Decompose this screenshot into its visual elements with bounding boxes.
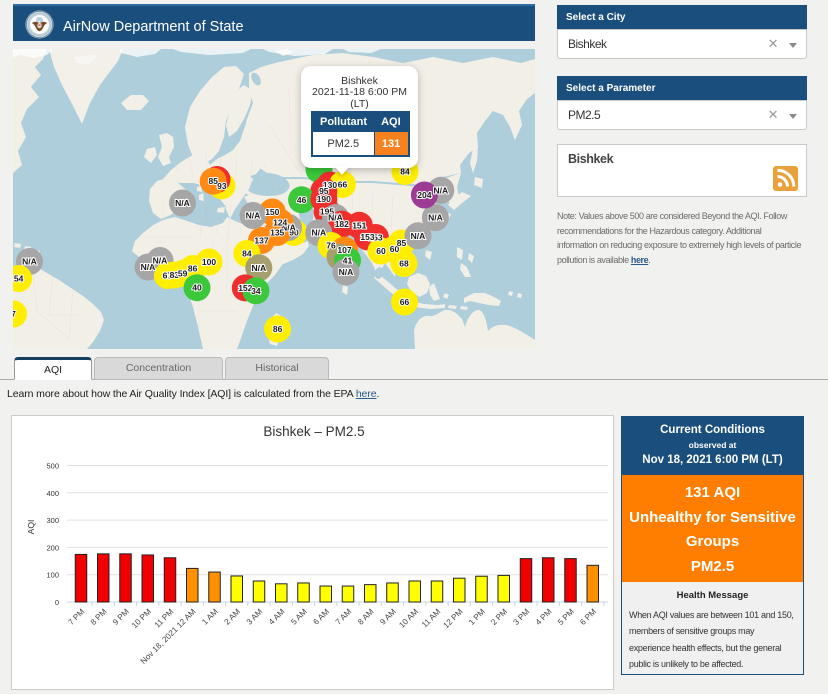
svg-text:8 AM: 8 AM [356,607,376,627]
svg-text:124: 124 [273,217,287,227]
svg-text:9 AM: 9 AM [378,607,398,627]
svg-text:N/A: N/A [251,263,266,273]
svg-text:N/A: N/A [246,211,261,221]
svg-text:Bishkek – PM2.5: Bishkek – PM2.5 [263,424,364,439]
svg-text:84: 84 [242,249,252,259]
svg-text:86: 86 [188,264,198,274]
svg-text:84: 84 [400,167,410,177]
svg-text:66: 66 [400,297,410,307]
svg-text:0: 0 [55,598,59,607]
svg-text:150: 150 [265,207,279,217]
svg-text:100: 100 [46,571,59,580]
svg-text:40: 40 [192,283,202,293]
svg-text:190: 190 [317,194,331,204]
svg-text:6 PM: 6 PM [578,607,598,627]
svg-text:107: 107 [337,245,351,255]
svg-text:60: 60 [376,246,386,256]
svg-text:2 AM: 2 AM [223,607,243,627]
svg-text:300: 300 [46,516,59,525]
svg-text:41: 41 [343,255,353,265]
svg-text:7 AM: 7 AM [334,607,354,627]
svg-text:5 AM: 5 AM [289,607,309,627]
svg-text:10 PM: 10 PM [130,607,153,630]
svg-text:137: 137 [254,236,268,246]
svg-text:66: 66 [338,180,348,190]
svg-text:100: 100 [202,257,216,267]
svg-text:10 AM: 10 AM [397,607,420,630]
svg-text:N/A: N/A [153,256,168,266]
svg-text:7: 7 [13,309,16,319]
svg-text:N/A: N/A [428,213,443,223]
svg-text:N/A: N/A [175,198,190,208]
svg-text:N/A: N/A [433,185,448,195]
svg-text:500: 500 [46,462,59,471]
svg-text:153: 153 [360,232,374,242]
svg-text:5 PM: 5 PM [556,607,576,627]
svg-text:7 PM: 7 PM [67,607,87,627]
svg-text:46: 46 [297,195,307,205]
svg-text:11 AM: 11 AM [420,607,442,629]
svg-text:68: 68 [399,259,409,269]
svg-text:1 PM: 1 PM [467,607,487,627]
svg-text:59: 59 [178,269,188,279]
svg-text:85: 85 [208,176,218,186]
svg-text:135: 135 [270,228,284,238]
svg-text:9 PM: 9 PM [111,607,131,627]
svg-text:2 PM: 2 PM [489,607,509,627]
svg-text:400: 400 [46,489,59,498]
svg-text:3 AM: 3 AM [245,607,265,627]
svg-text:N/A: N/A [339,267,354,277]
svg-text:86: 86 [273,324,283,334]
svg-text:200: 200 [46,543,59,552]
svg-text:3 PM: 3 PM [512,607,532,627]
svg-text:12 PM: 12 PM [442,607,465,630]
svg-text:54: 54 [14,274,24,284]
svg-text:N/A: N/A [311,228,326,238]
svg-text:85: 85 [397,238,407,248]
svg-text:4 PM: 4 PM [534,607,554,627]
svg-text:76: 76 [326,241,336,251]
svg-text:151: 151 [352,220,366,230]
svg-text:4 AM: 4 AM [267,607,287,627]
svg-text:1 AM: 1 AM [200,607,220,627]
svg-text:6 AM: 6 AM [312,607,332,627]
svg-text:204: 204 [417,190,431,200]
svg-text:N/A: N/A [22,257,37,267]
svg-text:AQI: AQI [26,520,36,535]
svg-text:182: 182 [335,219,349,229]
svg-text:8 PM: 8 PM [89,607,109,627]
svg-text:34: 34 [251,286,261,296]
svg-text:N/A: N/A [411,231,426,241]
svg-text:93: 93 [217,181,227,191]
